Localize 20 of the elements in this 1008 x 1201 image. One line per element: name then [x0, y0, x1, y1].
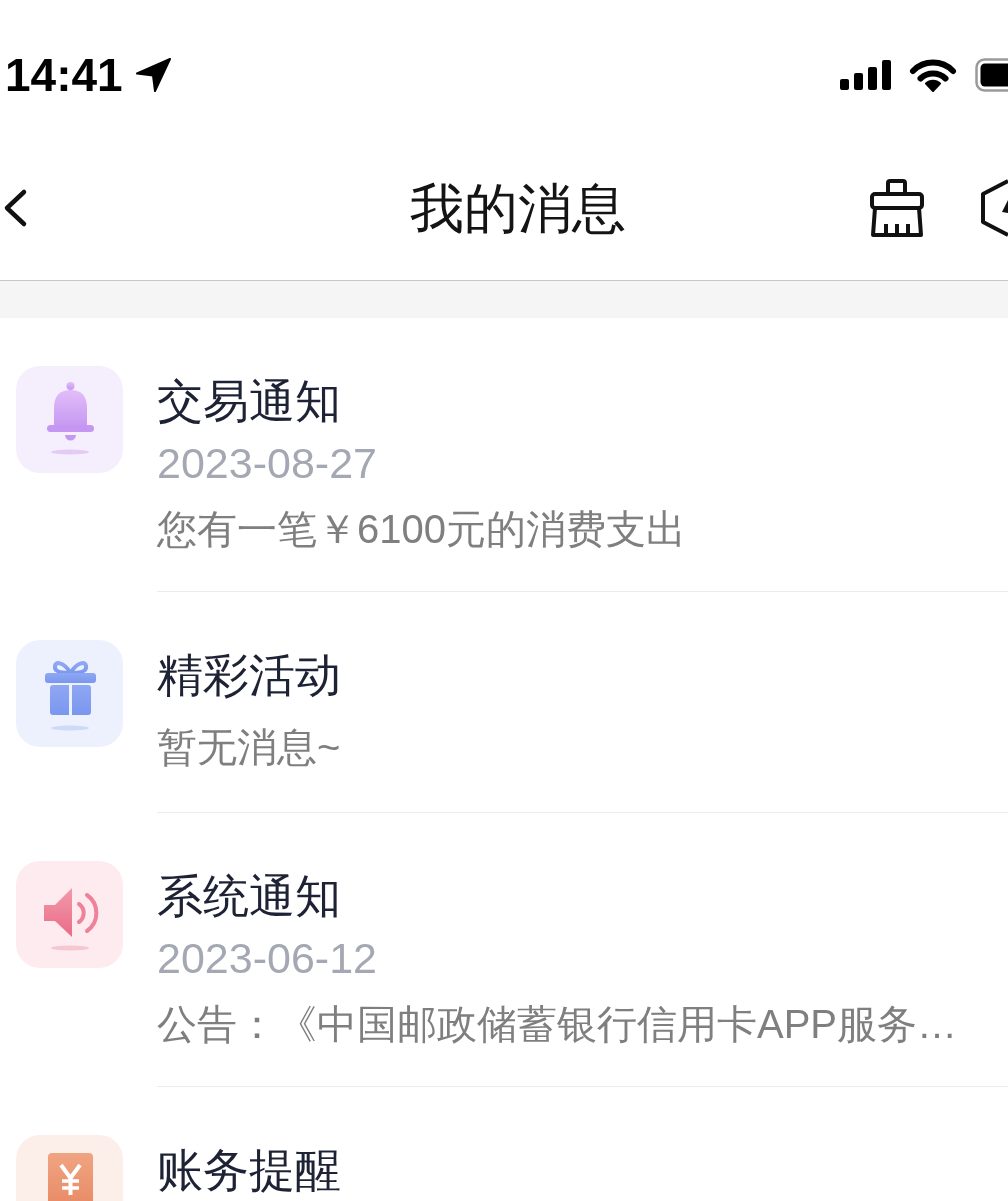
message-preview: 公告：《中国邮政储蓄银行信用卡APP服务…: [157, 1001, 958, 1048]
wifi-icon: [908, 58, 958, 92]
signal-icon: [840, 60, 892, 90]
battery-icon: [975, 58, 1008, 92]
bell-icon: [16, 366, 123, 473]
status-time: 14:41: [5, 50, 123, 100]
location-arrow-icon: [134, 57, 172, 93]
message-date: 2023-06-12: [157, 936, 377, 980]
page-title: 我的消息: [410, 177, 626, 239]
message-category-title: 账务提醒: [157, 1143, 341, 1198]
speaker-icon: [16, 861, 123, 968]
message-preview: 您有一笔￥6100元的消费支出: [157, 506, 686, 553]
message-preview: 暂无消息~: [157, 724, 341, 771]
message-date: 2023-08-27: [157, 441, 377, 485]
message-category-title: 系统通知: [157, 869, 341, 924]
broom-icon[interactable]: [868, 178, 926, 238]
gift-icon: [16, 640, 123, 747]
hexagon-icon[interactable]: [978, 178, 1008, 238]
message-category-title: 交易通知: [157, 374, 341, 429]
message-category-title: 精彩活动: [157, 648, 341, 703]
